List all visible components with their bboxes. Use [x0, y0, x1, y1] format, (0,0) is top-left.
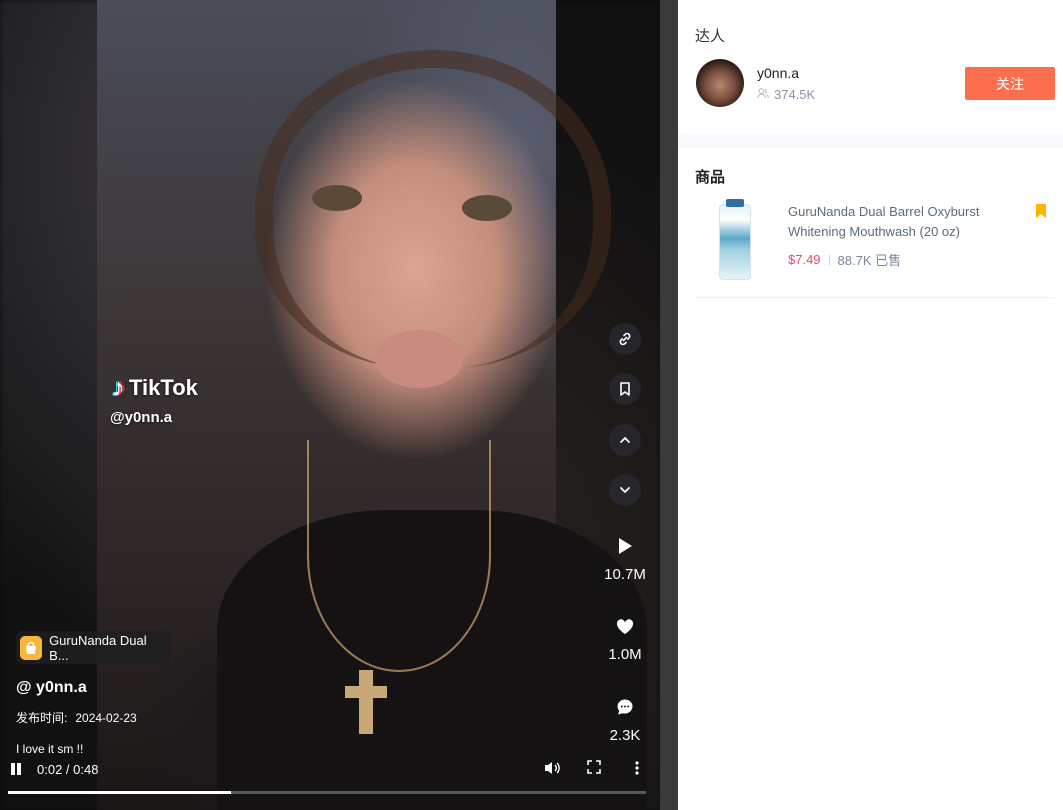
product-anchor-label: GuruNanda Dual B... [49, 632, 147, 663]
comment-icon [598, 698, 652, 721]
video-control-bar: 0:02 / 0:48 [0, 758, 660, 784]
video-player[interactable]: ♪ TikTok @y0nn.a 10.7M 1.0M 2.3K GuruNan… [0, 0, 660, 810]
favorite-button[interactable] [609, 373, 641, 405]
more-vertical-icon [635, 761, 639, 775]
panel-gutter [660, 0, 678, 810]
creator-section-title: 达人 [695, 28, 726, 45]
video-subject-eye [462, 195, 512, 221]
product-meta: $7.49 88.7K 已售 [788, 250, 901, 269]
next-video-button[interactable] [609, 474, 641, 506]
product-image[interactable] [719, 199, 751, 280]
pause-button[interactable] [10, 763, 22, 775]
more-options-button[interactable] [634, 760, 640, 780]
fullscreen-icon [587, 760, 601, 774]
time-display: 0:02 / 0:48 [37, 762, 99, 777]
follow-button[interactable]: 关注 [965, 67, 1055, 100]
product-name[interactable]: GuruNanda Dual Barrel Oxyburst Whitening… [788, 202, 1024, 242]
chevron-down-icon [620, 487, 630, 494]
video-author[interactable]: @ y0nn.a [16, 679, 87, 697]
tiktok-note-icon: ♪ [112, 372, 125, 402]
product-price: $7.49 [788, 252, 821, 267]
followers-count: 374.5K [774, 87, 816, 102]
watermark-brand: TikTok [129, 374, 198, 400]
publish-date: 2024-02-23 [75, 711, 137, 725]
video-caption: I love it sm !! [16, 742, 84, 756]
product-divider [695, 297, 1055, 298]
play-icon [598, 537, 652, 560]
creator-name[interactable]: y0nn.a [757, 65, 799, 81]
shopping-bag-icon [20, 635, 43, 660]
product-sold-count: 88.7K 已售 [837, 253, 902, 268]
meta-separator [828, 254, 830, 265]
progress-bar[interactable] [8, 791, 646, 794]
link-icon [619, 332, 631, 346]
fullscreen-button[interactable] [587, 760, 601, 778]
chevron-up-icon [620, 436, 630, 443]
tiktok-watermark: ♪ TikTok @y0nn.a [110, 372, 198, 426]
speaker-icon [545, 762, 560, 774]
copy-link-button[interactable] [609, 323, 641, 355]
like-count-value: 1.0M [608, 646, 642, 663]
bookmark-icon [620, 382, 630, 396]
watermark-handle: @y0nn.a [110, 409, 173, 426]
publish-label: 发布时间: [16, 711, 68, 725]
video-subject-hair [255, 50, 611, 368]
video-subject-necklace [307, 440, 491, 672]
previous-video-button[interactable] [609, 424, 641, 456]
volume-button[interactable] [543, 760, 561, 780]
products-section-title: 商品 [695, 169, 726, 186]
product-anchor-pill[interactable]: GuruNanda Dual B... [16, 631, 170, 664]
section-divider [678, 134, 1063, 148]
video-subject-cross-pendant [345, 670, 387, 734]
creator-followers: 374.5K [757, 87, 815, 102]
publish-time: 发布时间: 2024-02-23 [16, 709, 137, 726]
comment-count[interactable]: 2.3K [598, 698, 652, 744]
play-count: 10.7M [598, 537, 652, 583]
followers-icon [757, 87, 769, 102]
heart-icon [598, 618, 652, 640]
info-panel: 达人 y0nn.a 374.5K 关注 商品 GuruNanda Dual Ba… [678, 0, 1063, 810]
creator-avatar[interactable] [696, 59, 744, 107]
video-subject-eye [312, 185, 362, 211]
bookmark-icon[interactable] [1036, 204, 1046, 218]
video-subject-lips [375, 330, 463, 388]
progress-fill [8, 791, 232, 794]
tiktok-logo: ♪ TikTok [112, 372, 198, 403]
comment-count-value: 2.3K [609, 727, 641, 744]
play-count-value: 10.7M [604, 566, 646, 583]
like-count[interactable]: 1.0M [598, 618, 652, 663]
